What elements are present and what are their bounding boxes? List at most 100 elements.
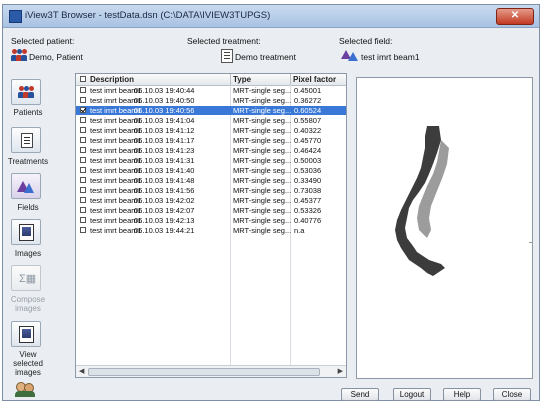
row-type: MRT-single seg... xyxy=(233,196,292,205)
row-timestamp: 06.10.03 19:40:50 xyxy=(134,96,195,105)
row-checkbox[interactable] xyxy=(80,227,86,233)
fields-icon xyxy=(17,178,35,194)
table-row[interactable]: test imrt beam1 06.10.03 19:44:21 MRT-sing… xyxy=(76,226,346,235)
row-pixel-factor: 0.46424 xyxy=(294,146,322,155)
row-type: MRT-single seg... xyxy=(233,126,292,135)
table-row[interactable]: test imrt beam1 06.10.03 19:40:50 MRT-sing… xyxy=(76,96,346,105)
images-icon xyxy=(19,224,34,241)
window-title: iView3T Browser - testData.dsn (C:\DATA\… xyxy=(25,10,271,21)
view-label-3: images xyxy=(15,368,41,377)
row-type: MRT-single seg... xyxy=(233,86,292,95)
images-label: Images xyxy=(14,249,42,258)
help-button[interactable]: Help xyxy=(443,388,481,401)
row-timestamp: 06.10.03 19:41:48 xyxy=(134,176,195,185)
app-icon xyxy=(9,10,22,23)
row-checkbox[interactable] xyxy=(80,217,86,223)
table-row[interactable]: test imrt beam1 06.10.03 19:41:48 MRT-sing… xyxy=(76,176,346,185)
row-checkbox[interactable] xyxy=(80,167,86,173)
row-pixel-factor: 0.45377 xyxy=(294,196,322,205)
row-checkbox[interactable] xyxy=(80,87,86,93)
row-checkbox[interactable] xyxy=(80,97,86,103)
window-close-button[interactable]: ✕ xyxy=(496,8,534,25)
row-type: MRT-single seg... xyxy=(233,166,292,175)
view-selected-images-button[interactable] xyxy=(11,321,41,347)
title-bar[interactable]: iView3T Browser - testData.dsn (C:\DATA\… xyxy=(3,5,539,28)
table-row[interactable]: test imrt beam1 06.10.03 19:41:56 MRT-sing… xyxy=(76,186,346,195)
row-type: MRT-single seg... xyxy=(233,216,292,225)
row-timestamp: 06.10.03 19:41:31 xyxy=(134,156,195,165)
send-button[interactable]: Send xyxy=(341,388,379,401)
users-icon[interactable] xyxy=(15,382,37,398)
table-row[interactable]: test imrt beam1 06.10.03 19:40:56 MRT-sing… xyxy=(76,106,346,115)
logout-button[interactable]: Logout xyxy=(393,388,431,401)
table-row[interactable]: test imrt beam1 06.10.03 19:41:04 MRT-sing… xyxy=(76,116,346,125)
selected-patient-label: Selected patient: xyxy=(11,36,75,46)
view-label-1: View xyxy=(19,350,37,359)
row-checkbox[interactable] xyxy=(80,117,86,123)
row-pixel-factor: 0.40776 xyxy=(294,216,322,225)
table-row[interactable]: test imrt beam1 06.10.03 19:41:31 MRT-sing… xyxy=(76,156,346,165)
treatments-button[interactable] xyxy=(11,127,41,153)
row-checkbox[interactable] xyxy=(80,137,86,143)
row-checkbox[interactable] xyxy=(80,107,86,113)
table-row[interactable]: test imrt beam1 06.10.03 19:42:07 MRT-sing… xyxy=(76,206,346,215)
table-row[interactable]: test imrt beam1 06.10.03 19:42:02 MRT-sing… xyxy=(76,196,346,205)
row-timestamp: 06.10.03 19:42:07 xyxy=(134,206,195,215)
table-row[interactable]: test imrt beam1 06.10.03 19:42:13 MRT-sing… xyxy=(76,216,346,225)
row-checkbox[interactable] xyxy=(80,197,86,203)
row-timestamp: 06.10.03 19:41:12 xyxy=(134,126,195,135)
row-checkbox[interactable] xyxy=(80,157,86,163)
row-pixel-factor: 0.53036 xyxy=(294,166,322,175)
fields-button[interactable] xyxy=(11,173,41,199)
field-segment-shape xyxy=(395,126,445,276)
row-pixel-factor: n.a xyxy=(294,226,305,235)
patients-label: Patients xyxy=(13,108,43,117)
row-timestamp: 06.10.03 19:40:44 xyxy=(134,86,195,95)
row-checkbox[interactable] xyxy=(80,187,86,193)
row-pixel-factor: 0.60524 xyxy=(294,106,322,115)
scroll-right-icon[interactable]: ▶ xyxy=(338,367,343,375)
patient-group-icon xyxy=(11,49,27,63)
scroll-thumb[interactable] xyxy=(88,368,320,376)
row-timestamp: 06.10.03 19:41:04 xyxy=(134,116,195,125)
patients-icon xyxy=(18,86,34,100)
row-checkbox[interactable] xyxy=(80,177,86,183)
row-checkbox[interactable] xyxy=(80,127,86,133)
row-type: MRT-single seg... xyxy=(233,186,292,195)
column-header-description[interactable]: Description xyxy=(90,75,134,84)
row-checkbox[interactable] xyxy=(80,147,86,153)
selected-patient-value: Demo, Patient xyxy=(29,52,83,62)
row-pixel-factor: 0.40322 xyxy=(294,126,322,135)
table-row[interactable]: test imrt beam1 06.10.03 19:40:44 MRT-sing… xyxy=(76,86,346,95)
compose-images-button[interactable]: Σ▦ xyxy=(11,265,41,291)
column-header-pixel-factor[interactable]: Pixel factor xyxy=(293,75,336,84)
row-type: MRT-single seg... xyxy=(233,146,292,155)
select-all-checkbox[interactable] xyxy=(80,76,86,82)
table-row[interactable]: test imrt beam1 06.10.03 19:41:17 MRT-sing… xyxy=(76,136,346,145)
compose-label-2: images xyxy=(15,304,41,313)
compose-sigma-icon: Σ▦ xyxy=(19,273,37,285)
images-table[interactable]: Description Type Pixel factor test imrt … xyxy=(75,73,347,378)
row-type: MRT-single seg... xyxy=(233,106,292,115)
table-row[interactable]: test imrt beam1 06.10.03 19:41:23 MRT-sing… xyxy=(76,146,346,155)
image-preview[interactable] xyxy=(356,77,533,379)
row-timestamp: 06.10.03 19:41:56 xyxy=(134,186,195,195)
row-pixel-factor: 0.36272 xyxy=(294,96,322,105)
close-button[interactable]: Close xyxy=(493,388,531,401)
row-timestamp: 06.10.03 19:41:40 xyxy=(134,166,195,175)
row-pixel-factor: 0.53326 xyxy=(294,206,322,215)
table-header: Description Type Pixel factor xyxy=(76,74,346,86)
view-label-2: selected xyxy=(13,359,43,368)
row-pixel-factor: 0.73038 xyxy=(294,186,322,195)
images-button[interactable] xyxy=(11,219,41,245)
patients-button[interactable] xyxy=(11,79,41,105)
table-horizontal-scrollbar[interactable]: ◀ ▶ xyxy=(76,365,346,377)
column-header-type[interactable]: Type xyxy=(233,75,251,84)
table-row[interactable]: test imrt beam1 06.10.03 19:41:40 MRT-sing… xyxy=(76,166,346,175)
scroll-left-icon[interactable]: ◀ xyxy=(79,367,84,375)
table-row[interactable]: test imrt beam1 06.10.03 19:41:12 MRT-sing… xyxy=(76,126,346,135)
fields-label: Fields xyxy=(17,203,39,212)
row-type: MRT-single seg... xyxy=(233,156,292,165)
row-checkbox[interactable] xyxy=(80,207,86,213)
row-type: MRT-single seg... xyxy=(233,226,292,235)
